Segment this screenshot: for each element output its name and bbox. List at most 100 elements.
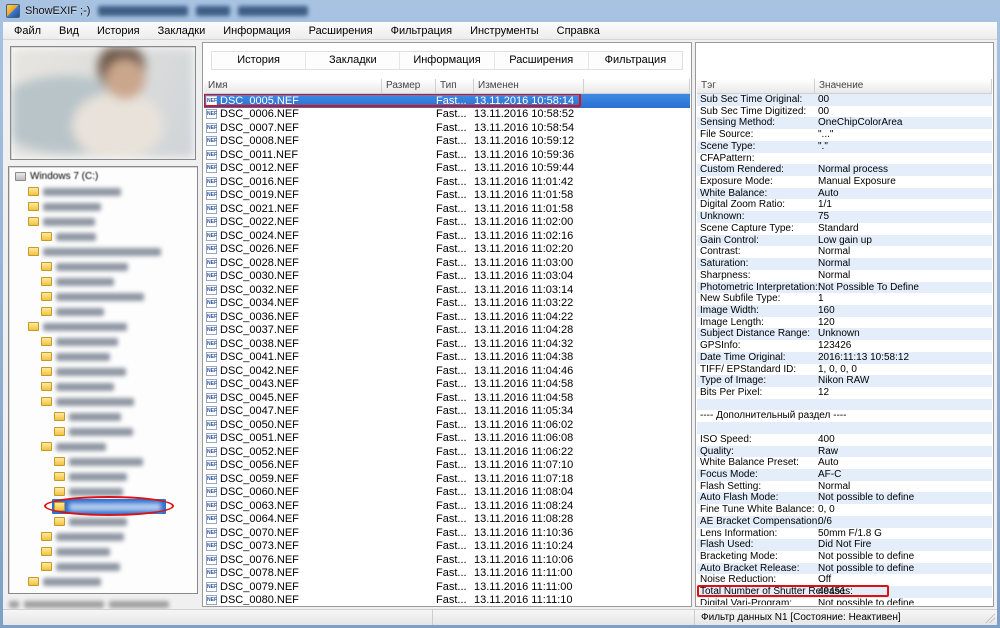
tree-item[interactable] bbox=[9, 259, 197, 274]
exif-row[interactable]: Custom Rendered: Normal process bbox=[697, 164, 992, 177]
menu-item-4[interactable]: Информация bbox=[214, 23, 299, 39]
tab-1[interactable]: Закладки bbox=[306, 52, 401, 69]
table-row[interactable]: NEF DSC_0043.NEF Fast... 13.11.2016 11:04:5… bbox=[204, 378, 690, 392]
table-row[interactable]: NEF DSC_0030.NEF Fast... 13.11.2016 11:03:0… bbox=[204, 270, 690, 284]
exif-row[interactable]: Subject Distance Range: Unknown bbox=[697, 328, 992, 341]
exif-row[interactable]: GPSInfo: 123426 bbox=[697, 340, 992, 352]
tree-item[interactable] bbox=[9, 439, 197, 454]
table-row[interactable]: NEF DSC_0080.NEF Fast... 13.11.2016 11:11:1… bbox=[204, 594, 690, 605]
exif-row[interactable]: Exposure Mode: Manual Exposure bbox=[697, 176, 992, 188]
exif-row[interactable]: Digital Vari-Program: Not possible to def… bbox=[697, 598, 992, 605]
tree-item[interactable] bbox=[9, 544, 197, 559]
table-row[interactable]: NEF DSC_0050.NEF Fast... 13.11.2016 11:06:0… bbox=[204, 418, 690, 432]
tree-item[interactable] bbox=[9, 214, 197, 229]
exif-row[interactable]: White Balance: Auto bbox=[697, 187, 992, 200]
exif-row[interactable]: Flash Setting: Normal bbox=[697, 481, 992, 493]
exif-row[interactable]: AE Bracket Compensation: 0/6 bbox=[697, 515, 992, 528]
exif-row[interactable] bbox=[697, 398, 992, 411]
exif-row[interactable]: Auto Bracket Release: Not possible to def… bbox=[697, 562, 992, 575]
table-row[interactable]: NEF DSC_0063.NEF Fast... 13.11.2016 11:08:2… bbox=[204, 499, 690, 513]
table-row[interactable]: NEF DSC_0047.NEF Fast... 13.11.2016 11:05:3… bbox=[204, 405, 690, 419]
exif-row[interactable]: ISO Speed: 400 bbox=[697, 434, 992, 446]
exif-row[interactable]: File Source: "..." bbox=[697, 129, 992, 141]
resize-grip[interactable] bbox=[985, 613, 995, 623]
table-row[interactable]: NEF DSC_0076.NEF Fast... 13.11.2016 11:10:0… bbox=[204, 553, 690, 567]
table-row[interactable]: NEF DSC_0032.NEF Fast... 13.11.2016 11:03:1… bbox=[204, 283, 690, 297]
exif-row[interactable]: Image Width: 160 bbox=[697, 304, 992, 317]
exif-row[interactable]: Date Time Original: 2016:11:13 10:58:12 bbox=[697, 351, 992, 364]
exif-row[interactable]: Sub Sec Time Original: 00 bbox=[697, 94, 992, 106]
tree-item[interactable]: Windows 7 (C:) bbox=[9, 169, 197, 184]
tree-item[interactable] bbox=[9, 304, 197, 319]
table-row[interactable]: NEF DSC_0073.NEF Fast... 13.11.2016 11:10:2… bbox=[204, 540, 690, 554]
menu-item-8[interactable]: Справка bbox=[548, 23, 609, 39]
table-row[interactable]: NEF DSC_0008.NEF Fast... 13.11.2016 10:59:1… bbox=[204, 135, 690, 149]
exif-row[interactable]: Quality: Raw bbox=[697, 445, 992, 458]
tree-item[interactable] bbox=[9, 394, 197, 409]
exif-row[interactable]: Auto Flash Mode: Not possible to define bbox=[697, 492, 992, 505]
table-row[interactable]: NEF DSC_0036.NEF Fast... 13.11.2016 11:04:2… bbox=[204, 310, 690, 324]
tree-item[interactable] bbox=[9, 514, 197, 529]
tree-item[interactable] bbox=[9, 244, 197, 259]
column-header-2[interactable]: Тип bbox=[436, 79, 474, 94]
exif-row[interactable]: Sub Sec Time Digitized: 00 bbox=[697, 106, 992, 118]
exif-row[interactable]: TIFF/ EPStandard ID: 1, 0, 0, 0 bbox=[697, 364, 992, 376]
menu-item-6[interactable]: Фильтрация bbox=[382, 23, 461, 39]
menu-item-2[interactable]: История bbox=[88, 23, 149, 39]
menu-item-0[interactable]: Файл bbox=[5, 23, 50, 39]
table-row[interactable]: NEF DSC_0051.NEF Fast... 13.11.2016 11:06:0… bbox=[204, 432, 690, 446]
menu-item-5[interactable]: Расширения bbox=[300, 23, 382, 39]
tree-item[interactable] bbox=[9, 229, 197, 244]
table-row[interactable]: NEF DSC_0012.NEF Fast... 13.11.2016 10:59:4… bbox=[204, 162, 690, 176]
menu-item-3[interactable]: Закладки bbox=[149, 23, 215, 39]
exif-row[interactable] bbox=[697, 422, 992, 434]
table-row[interactable]: NEF DSC_0022.NEF Fast... 13.11.2016 11:02:0… bbox=[204, 216, 690, 230]
exif-row[interactable]: Type of Image: Nikon RAW bbox=[697, 375, 992, 387]
table-row[interactable]: NEF DSC_0011.NEF Fast... 13.11.2016 10:59:3… bbox=[204, 148, 690, 162]
tree-item[interactable] bbox=[9, 364, 197, 379]
tab-4[interactable]: Фильтрация bbox=[589, 52, 682, 69]
table-row[interactable]: NEF DSC_0059.NEF Fast... 13.11.2016 11:07:1… bbox=[204, 472, 690, 486]
tree-item[interactable] bbox=[9, 409, 197, 424]
exif-column-header-1[interactable]: Значение bbox=[815, 79, 992, 94]
menu-item-7[interactable]: Инструменты bbox=[461, 23, 548, 39]
table-row[interactable]: NEF DSC_0070.NEF Fast... 13.11.2016 11:10:3… bbox=[204, 526, 690, 540]
exif-row[interactable]: Bracketing Mode: Not possible to define bbox=[697, 551, 992, 563]
table-row[interactable]: NEF DSC_0016.NEF Fast... 13.11.2016 11:01:4… bbox=[204, 175, 690, 189]
table-row[interactable]: NEF DSC_0056.NEF Fast... 13.11.2016 11:07:1… bbox=[204, 459, 690, 473]
tab-0[interactable]: История bbox=[212, 52, 307, 69]
table-row[interactable]: NEF DSC_0060.NEF Fast... 13.11.2016 11:08:0… bbox=[204, 486, 690, 500]
table-row[interactable]: NEF DSC_0052.NEF Fast... 13.11.2016 11:06:2… bbox=[204, 445, 690, 459]
tree-item[interactable] bbox=[9, 496, 197, 516]
table-row[interactable]: NEF DSC_0038.NEF Fast... 13.11.2016 11:04:3… bbox=[204, 337, 690, 351]
exif-row[interactable]: Focus Mode: AF-C bbox=[697, 469, 992, 481]
tree-item[interactable] bbox=[9, 454, 197, 469]
exif-row[interactable]: Photometric Interpretation:: Not Possible… bbox=[697, 281, 992, 294]
exif-row[interactable]: Lens Information: 50mm F/1.8 G bbox=[697, 528, 992, 540]
table-row[interactable]: NEF DSC_0021.NEF Fast... 13.11.2016 11:01:5… bbox=[204, 202, 690, 216]
table-row[interactable]: NEF DSC_0024.NEF Fast... 13.11.2016 11:02:1… bbox=[204, 229, 690, 243]
tree-item[interactable] bbox=[9, 379, 197, 394]
tree-item[interactable] bbox=[9, 469, 197, 484]
title-bar[interactable]: ShowEXIF ;-) bbox=[0, 0, 1000, 22]
tree-item[interactable] bbox=[9, 559, 197, 574]
tree-item[interactable] bbox=[9, 424, 197, 439]
exif-row[interactable]: CFAPattern: bbox=[697, 153, 992, 165]
table-row[interactable]: NEF DSC_0019.NEF Fast... 13.11.2016 11:01:5… bbox=[204, 189, 690, 203]
tree-item[interactable] bbox=[9, 334, 197, 349]
tree-item[interactable] bbox=[9, 484, 197, 499]
tree-item[interactable] bbox=[9, 289, 197, 304]
exif-row[interactable]: White Balance Preset: Auto bbox=[697, 457, 992, 469]
exif-row[interactable]: Unknown: 75 bbox=[697, 211, 992, 223]
exif-row[interactable]: Scene Capture Type: Standard bbox=[697, 223, 992, 235]
tree-item[interactable] bbox=[9, 184, 197, 199]
table-row[interactable]: NEF DSC_0064.NEF Fast... 13.11.2016 11:08:2… bbox=[204, 513, 690, 527]
tree-item[interactable] bbox=[9, 529, 197, 544]
table-row[interactable]: NEF DSC_0042.NEF Fast... 13.11.2016 11:04:4… bbox=[204, 364, 690, 378]
tab-3[interactable]: Расширения bbox=[495, 52, 589, 69]
column-header-1[interactable]: Размер bbox=[382, 79, 436, 94]
exif-row[interactable]: Bits Per Pixel: 12 bbox=[697, 387, 992, 399]
exif-row[interactable]: Total Number of Shutter Releases: 49451 bbox=[697, 585, 992, 598]
tree-item[interactable] bbox=[9, 319, 197, 334]
table-row[interactable]: NEF DSC_0007.NEF Fast... 13.11.2016 10:58:5… bbox=[204, 121, 690, 135]
